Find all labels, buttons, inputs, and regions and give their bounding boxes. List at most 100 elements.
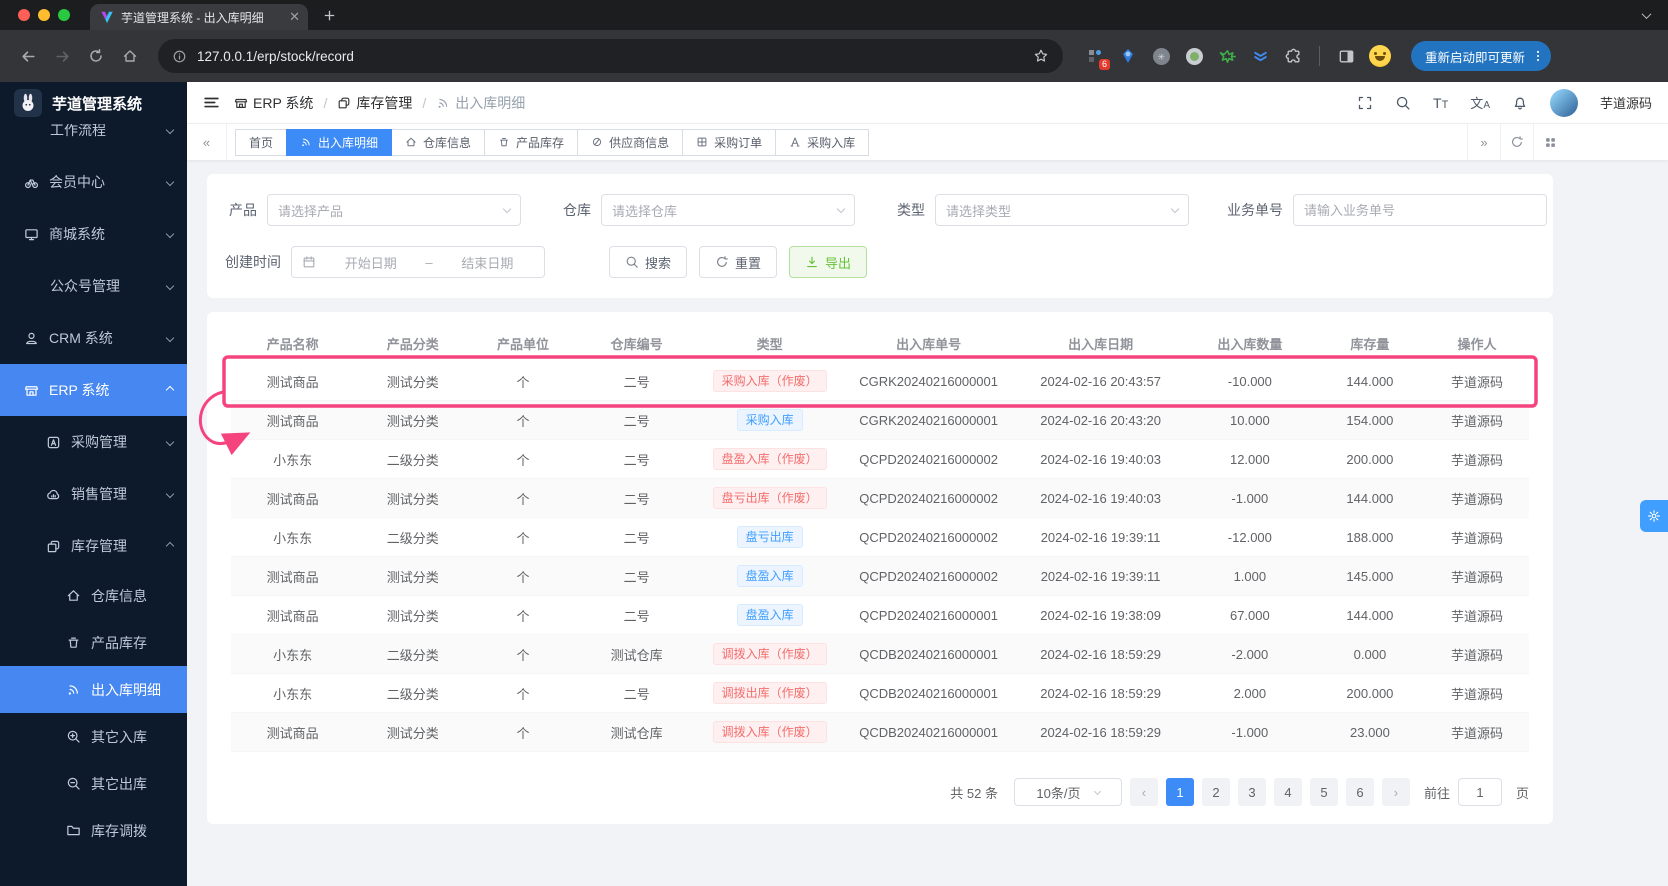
extension-green-dot-icon[interactable]: [1184, 46, 1204, 66]
sidebar-item-other-out[interactable]: 其它出库: [0, 760, 187, 807]
extension-gray-circle-icon[interactable]: ✳: [1151, 46, 1171, 66]
address-bar[interactable]: 127.0.0.1/erp/stock/record: [158, 39, 1063, 73]
notifications-bell-icon[interactable]: [1512, 95, 1528, 111]
extension-blue-drop-icon[interactable]: [1118, 46, 1138, 66]
search-button[interactable]: 搜索: [609, 246, 687, 278]
minimize-window-button[interactable]: [38, 9, 50, 21]
page-button-3[interactable]: 3: [1238, 778, 1266, 806]
table-row[interactable]: 测试商品测试分类个二号盘盈入库QCPD202402160000012024-02…: [231, 596, 1529, 635]
sidebar-item-stock-record[interactable]: 出入库明细: [0, 666, 187, 713]
site-info-icon[interactable]: [172, 49, 187, 64]
prev-page-button[interactable]: ‹: [1130, 778, 1158, 806]
extension-blue-chevrons-icon[interactable]: [1250, 46, 1270, 66]
next-page-button[interactable]: ›: [1382, 778, 1410, 806]
page-button-5[interactable]: 5: [1310, 778, 1338, 806]
table-row[interactable]: 测试商品测试分类个二号采购入库CGRK202402160000012024-02…: [231, 401, 1529, 440]
extension-green-star-icon[interactable]: [1217, 46, 1237, 66]
table-row[interactable]: 测试商品测试分类个二号盘亏出库（作废）QCPD20240216000002202…: [231, 479, 1529, 518]
tabs-scroll-left[interactable]: «: [187, 124, 227, 160]
search-icon[interactable]: [1395, 95, 1411, 111]
product-filter-label: 产品: [223, 200, 257, 220]
home-button[interactable]: [116, 42, 144, 70]
tabs-scroll-right[interactable]: »: [1467, 124, 1500, 160]
date-range-picker[interactable]: 开始日期 – 结束日期: [291, 246, 545, 278]
sidebar-item-sales-mgmt[interactable]: 销售管理: [0, 468, 187, 520]
maximize-window-button[interactable]: [58, 9, 70, 21]
close-window-button[interactable]: [18, 9, 30, 21]
breadcrumb-erp-system[interactable]: ERP 系统: [234, 93, 313, 113]
product-select[interactable]: 请选择产品: [267, 194, 521, 226]
forward-button[interactable]: [48, 42, 76, 70]
reload-button[interactable]: [82, 42, 110, 70]
sidebar-item-other-in[interactable]: 其它入库: [0, 713, 187, 760]
reset-button[interactable]: 重置: [699, 246, 777, 278]
bizno-input[interactable]: [1304, 203, 1536, 218]
page-size-value: 10条/页: [1036, 783, 1080, 802]
user-avatar[interactable]: [1550, 89, 1578, 117]
tab-search-chevron[interactable]: [1636, 6, 1656, 24]
table-row[interactable]: 小东东二级分类个二号调拨出库（作废）QCDB202402160000012024…: [231, 674, 1529, 713]
page-button-1[interactable]: 1: [1166, 778, 1194, 806]
tab-close-icon[interactable]: ✕: [289, 9, 300, 25]
page-button-2[interactable]: 2: [1202, 778, 1230, 806]
sidebar-item-erp-system[interactable]: ERP 系统: [0, 364, 187, 416]
chrome-update-button[interactable]: 重新启动即可更新: [1411, 41, 1551, 71]
browser-tab[interactable]: 芋道管理系统 - 出入库明细 ✕: [90, 4, 308, 30]
type-select[interactable]: 请选择类型: [935, 194, 1189, 226]
page-tab-product-stock[interactable]: 产品库存: [484, 129, 578, 156]
extensions-puzzle-icon[interactable]: [1283, 46, 1303, 66]
zoom-out-icon: [66, 776, 81, 791]
page-button-6[interactable]: 6: [1346, 778, 1374, 806]
table-row[interactable]: 测试商品测试分类个二号盘盈入库QCPD202402160000022024-02…: [231, 557, 1529, 596]
sidebar-item-warehouse-info[interactable]: 仓库信息: [0, 572, 187, 619]
refresh-page-icon[interactable]: [1500, 124, 1533, 160]
page-tab-home[interactable]: 首页: [235, 129, 287, 156]
profile-avatar[interactable]: [1369, 45, 1391, 67]
date-start-placeholder: 开始日期: [324, 253, 417, 272]
sidebar-item-stock-transfer[interactable]: 库存调拨: [0, 807, 187, 854]
table-row[interactable]: 小东东二级分类个测试仓库调拨入库（作废）QCDB2024021600000120…: [231, 635, 1529, 674]
back-button[interactable]: [14, 42, 42, 70]
settings-drawer-button[interactable]: [1640, 500, 1668, 532]
extension-badge-icon[interactable]: 6: [1085, 46, 1105, 66]
cell-order-no: CGRK20240216000001: [841, 374, 1016, 389]
export-button[interactable]: 导出: [789, 246, 867, 278]
sidebar-item-official-account[interactable]: 公众号管理: [0, 260, 187, 312]
table-row[interactable]: 小东东二级分类个二号盘盈入库（作废）QCPD202402160000022024…: [231, 440, 1529, 479]
username[interactable]: 芋道源码: [1600, 93, 1652, 112]
fullscreen-icon[interactable]: [1357, 95, 1373, 111]
sidebar-item-purchase-mgmt[interactable]: 采购管理: [0, 416, 187, 468]
page-tab-stock-record[interactable]: 出入库明细: [286, 129, 392, 156]
table-row[interactable]: 测试商品测试分类个二号采购入库（作废）CGRK20240216000001202…: [231, 362, 1529, 401]
app-logo[interactable]: 芋道管理系统: [0, 82, 187, 124]
sidebar-item-product-stock[interactable]: 产品库存: [0, 619, 187, 666]
warehouse-select[interactable]: 请选择仓库: [601, 194, 855, 226]
sidebar-item-stock-mgmt[interactable]: 库存管理: [0, 520, 187, 572]
page-tab-warehouse-info[interactable]: 仓库信息: [391, 129, 485, 156]
page-size-select[interactable]: 10条/页: [1014, 778, 1122, 806]
chrome-menu-dots-icon[interactable]: [1531, 49, 1545, 63]
cell-date: 2024-02-16 18:59:29: [1016, 725, 1185, 740]
page-tab-purchase-in[interactable]: 采购入库: [775, 129, 869, 156]
page-tab-supplier-info[interactable]: 供应商信息: [577, 129, 683, 156]
cell-date: 2024-02-16 19:38:09: [1016, 608, 1185, 623]
page-button-4[interactable]: 4: [1274, 778, 1302, 806]
collapse-sidebar-icon[interactable]: [203, 94, 220, 111]
chevron-down-icon: [166, 438, 174, 446]
table-row[interactable]: 测试商品测试分类个测试仓库调拨入库（作废）QCDB202402160000012…: [231, 713, 1529, 752]
sidebar-item-member-center[interactable]: 会员中心: [0, 156, 187, 208]
bookmark-star-icon[interactable]: [1033, 48, 1049, 64]
page-tab-purchase-order[interactable]: 采购订单: [682, 129, 776, 156]
layout-grid-icon[interactable]: [1533, 124, 1566, 160]
side-panel-icon[interactable]: [1336, 46, 1356, 66]
breadcrumb-stock-mgmt[interactable]: 库存管理: [337, 93, 412, 113]
search-button-label: 搜索: [645, 253, 671, 272]
new-tab-button[interactable]: [322, 8, 337, 23]
sidebar-item-mall-system[interactable]: 商城系统: [0, 208, 187, 260]
font-size-icon[interactable]: TT: [1433, 95, 1448, 111]
goto-page-input[interactable]: [1458, 778, 1502, 806]
warehouse-select-placeholder: 请选择仓库: [612, 201, 838, 220]
translate-icon[interactable]: 文A: [1470, 93, 1490, 112]
table-row[interactable]: 小东东二级分类个二号盘亏出库QCPD202402160000022024-02-…: [231, 518, 1529, 557]
sidebar-item-crm-system[interactable]: CRM 系统: [0, 312, 187, 364]
